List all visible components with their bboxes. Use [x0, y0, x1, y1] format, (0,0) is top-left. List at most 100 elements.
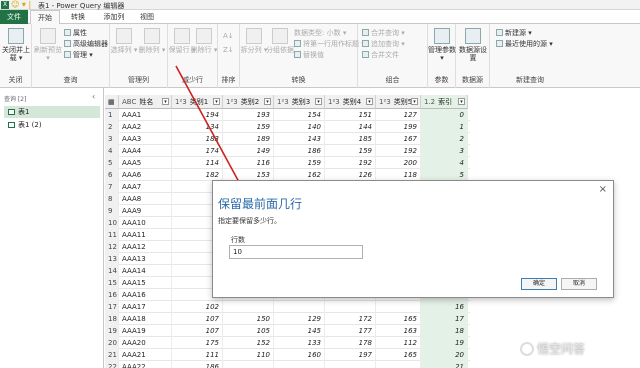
- table-cell[interactable]: 111: [172, 349, 223, 361]
- table-row[interactable]: 22 AAA22 186 21: [105, 361, 470, 368]
- table-cell[interactable]: 172: [325, 313, 376, 325]
- advanced-editor-button[interactable]: 高级编辑器: [64, 40, 108, 49]
- table-cell[interactable]: 20: [421, 349, 468, 361]
- cancel-button[interactable]: 取消: [561, 278, 597, 290]
- remove-columns-button[interactable]: 删除列 ▾: [138, 28, 166, 54]
- filter-dropdown-icon[interactable]: ▾: [366, 98, 373, 105]
- table-cell[interactable]: 107: [172, 313, 223, 325]
- table-cell[interactable]: 102: [172, 301, 223, 313]
- table-cell[interactable]: [325, 361, 376, 368]
- table-cell[interactable]: 114: [172, 157, 223, 169]
- table-cell[interactable]: AAA6: [119, 169, 172, 181]
- table-cell[interactable]: [223, 361, 274, 368]
- table-row[interactable]: 1 AAA1 194 193 154 151 127 0: [105, 109, 470, 121]
- collapse-icon[interactable]: ‹: [92, 92, 95, 101]
- table-row[interactable]: 21 AAA21 111 110 160 197 165 20: [105, 349, 470, 361]
- column-type-icon[interactable]: ABC: [122, 98, 136, 106]
- column-header[interactable]: 1²3 类别5 ▾: [376, 95, 421, 109]
- table-cell[interactable]: 140: [274, 121, 325, 133]
- table-cell[interactable]: 3: [421, 145, 468, 157]
- sort-asc-icon[interactable]: A↓: [223, 32, 234, 41]
- table-cell[interactable]: 174: [172, 145, 223, 157]
- column-type-icon[interactable]: 1²3: [328, 98, 340, 106]
- column-header[interactable]: 1²3 类别3 ▾: [274, 95, 325, 109]
- table-cell[interactable]: AAA7: [119, 181, 172, 193]
- table-cell[interactable]: 154: [274, 109, 325, 121]
- close-load-button[interactable]: 关闭并上载 ▾: [2, 28, 30, 62]
- tab-view[interactable]: 视图: [134, 10, 160, 24]
- table-row[interactable]: 4 AAA4 174 149 186 159 192 3: [105, 145, 470, 157]
- tab-transform[interactable]: 转换: [64, 10, 92, 24]
- data-type-dropdown[interactable]: 数据类型: 小数 ▾: [294, 29, 346, 38]
- table-row[interactable]: 18 AAA18 107 150 129 172 165 17: [105, 313, 470, 325]
- table-cell[interactable]: 18: [421, 325, 468, 337]
- table-cell[interactable]: 150: [223, 313, 274, 325]
- filter-dropdown-icon[interactable]: ▾: [264, 98, 271, 105]
- combine-files-button[interactable]: 合并文件: [362, 51, 399, 60]
- table-cell[interactable]: 177: [325, 325, 376, 337]
- table-cell[interactable]: [376, 361, 421, 368]
- table-row[interactable]: 17 AAA17 102 16: [105, 301, 470, 313]
- table-cell[interactable]: 129: [274, 313, 325, 325]
- table-cell[interactable]: AAA15: [119, 277, 172, 289]
- table-cell[interactable]: 193: [223, 109, 274, 121]
- table-cell[interactable]: AAA11: [119, 229, 172, 241]
- table-cell[interactable]: 186: [274, 145, 325, 157]
- table-row[interactable]: 2 AAA2 134 159 140 144 199 1: [105, 121, 470, 133]
- table-cell[interactable]: 110: [223, 349, 274, 361]
- filter-dropdown-icon[interactable]: ▾: [213, 98, 220, 105]
- merge-queries-button[interactable]: 合并查询 ▾: [362, 29, 405, 38]
- ok-button[interactable]: 确定: [521, 278, 557, 290]
- column-header[interactable]: 1²3 类别4 ▾: [325, 95, 376, 109]
- table-cell[interactable]: 183: [172, 133, 223, 145]
- table-cell[interactable]: 163: [376, 325, 421, 337]
- table-cell[interactable]: 159: [325, 145, 376, 157]
- table-cell[interactable]: [274, 361, 325, 368]
- table-cell[interactable]: 192: [325, 157, 376, 169]
- table-cell[interactable]: AAA22: [119, 361, 172, 368]
- manage-button[interactable]: 管理 ▾: [64, 51, 93, 60]
- table-cell[interactable]: 160: [274, 349, 325, 361]
- table-cell[interactable]: 159: [274, 157, 325, 169]
- smiley-icon[interactable]: ☺ ▾ |: [11, 0, 31, 10]
- refresh-preview-button[interactable]: 刷新预览 ▾: [34, 28, 62, 62]
- tab-home[interactable]: 开始: [30, 10, 60, 25]
- table-cell[interactable]: 185: [325, 133, 376, 145]
- recent-sources-button[interactable]: 最近使用的源 ▾: [496, 40, 553, 49]
- table-row[interactable]: 5 AAA5 114 116 159 192 200 4: [105, 157, 470, 169]
- filter-dropdown-icon[interactable]: ▾: [458, 98, 465, 105]
- row-count-input[interactable]: [229, 245, 363, 259]
- table-cell[interactable]: AAA12: [119, 241, 172, 253]
- table-cell[interactable]: 197: [325, 349, 376, 361]
- table-cell[interactable]: 165: [376, 313, 421, 325]
- manage-params-button[interactable]: 管理参数 ▾: [428, 28, 456, 62]
- filter-dropdown-icon[interactable]: ▾: [411, 98, 418, 105]
- properties-button[interactable]: 属性: [64, 29, 87, 38]
- table-cell[interactable]: AAA5: [119, 157, 172, 169]
- column-type-icon[interactable]: 1²3: [379, 98, 391, 106]
- table-cell[interactable]: 178: [325, 337, 376, 349]
- table-cell[interactable]: 17: [421, 313, 468, 325]
- choose-columns-button[interactable]: 选择列 ▾: [110, 28, 138, 54]
- table-cell[interactable]: AAA3: [119, 133, 172, 145]
- sort-desc-icon[interactable]: Z↓: [223, 46, 234, 55]
- column-header[interactable]: 1.2 索引 ▾: [421, 95, 468, 109]
- column-header[interactable]: 1²3 类别1 ▾: [172, 95, 223, 109]
- table-cell[interactable]: 107: [172, 325, 223, 337]
- split-column-button[interactable]: 拆分列 ▾: [240, 28, 268, 54]
- table-cell[interactable]: 167: [376, 133, 421, 145]
- table-cell[interactable]: AAA2: [119, 121, 172, 133]
- close-icon[interactable]: ×: [599, 184, 607, 195]
- new-source-button[interactable]: 新建源 ▾: [496, 29, 532, 38]
- table-cell[interactable]: 199: [376, 121, 421, 133]
- datasource-settings-button[interactable]: 数据源设置: [459, 28, 487, 62]
- remove-rows-button[interactable]: 删除行 ▾: [190, 28, 218, 54]
- table-row[interactable]: 3 AAA3 183 189 143 185 167 2: [105, 133, 470, 145]
- table-cell[interactable]: 2: [421, 133, 468, 145]
- table-cell[interactable]: 189: [223, 133, 274, 145]
- table-cell[interactable]: 145: [274, 325, 325, 337]
- table-cell[interactable]: AAA18: [119, 313, 172, 325]
- table-cell[interactable]: 19: [421, 337, 468, 349]
- table-cell[interactable]: 144: [325, 121, 376, 133]
- table-cell[interactable]: [376, 301, 421, 313]
